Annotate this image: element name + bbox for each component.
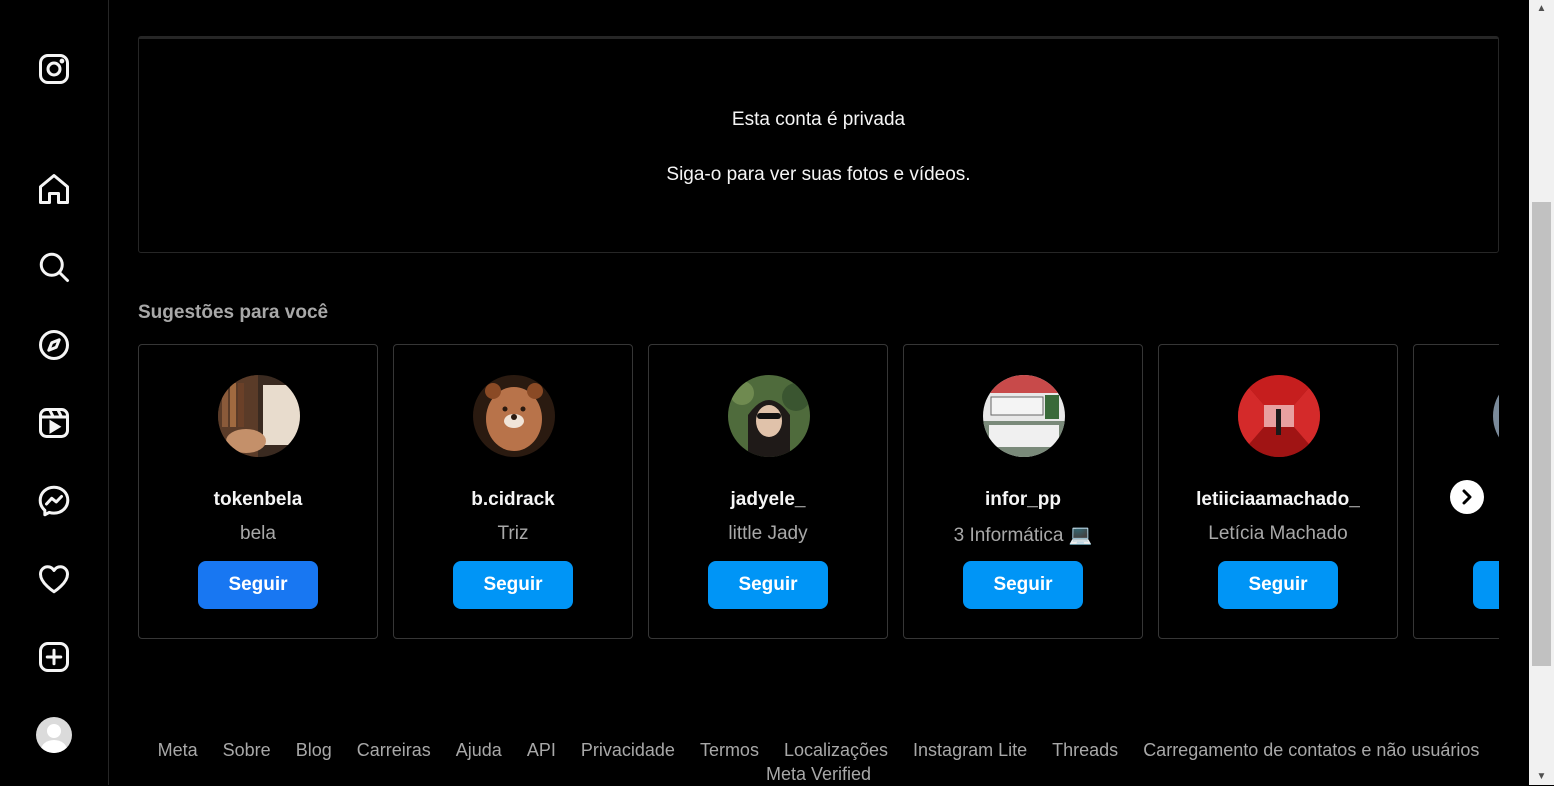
suggestion-card: letiiciaamachado_ Letícia Machado Seguir: [1158, 344, 1398, 639]
sidebar-nav: [0, 0, 109, 785]
footer-link[interactable]: Blog: [296, 740, 332, 760]
carousel-next-button[interactable]: [1450, 480, 1484, 514]
follow-button[interactable]: Seguir: [1218, 561, 1338, 609]
footer-link[interactable]: Instagram Lite: [913, 740, 1027, 760]
private-account-title: Esta conta é privada: [731, 109, 906, 130]
page-scrollbar[interactable]: ▲ ▼: [1529, 0, 1554, 785]
home-icon[interactable]: [34, 169, 74, 209]
suggestion-username[interactable]: jadyele_: [649, 489, 887, 511]
footer-link[interactable]: Privacidade: [581, 740, 675, 760]
explore-compass-icon[interactable]: [34, 325, 74, 365]
follow-button[interactable]: Seguir: [1473, 561, 1499, 609]
footer-link[interactable]: API: [527, 740, 556, 760]
footer-link[interactable]: Ajuda: [456, 740, 502, 760]
reels-icon[interactable]: [34, 403, 74, 443]
suggestion-fullname: Letícia Machado: [1208, 523, 1348, 544]
suggestion-fullname: 3 Informática 💻: [953, 525, 1093, 546]
scroll-up-arrow-icon[interactable]: ▲: [1529, 0, 1554, 17]
suggestion-card: b.cidrack Triz Seguir: [393, 344, 633, 639]
suggestion-username[interactable]: b.cidrack: [394, 489, 632, 511]
footer-link[interactable]: Meta: [158, 740, 198, 760]
footer-links: Meta Sobre Blog Carreiras Ajuda API Priv…: [138, 738, 1499, 786]
footer-link[interactable]: Carregamento de contatos e não usuários: [1143, 740, 1479, 760]
suggestion-avatar[interactable]: [1493, 375, 1499, 457]
create-plus-icon[interactable]: [34, 637, 74, 677]
suggestions-heading: Sugestões para você: [138, 302, 329, 323]
footer-link[interactable]: Carreiras: [357, 740, 431, 760]
suggestion-avatar[interactable]: [983, 375, 1065, 457]
follow-button[interactable]: Seguir: [453, 561, 573, 609]
instagram-logo-icon[interactable]: [34, 49, 74, 89]
footer-link[interactable]: Threads: [1052, 740, 1118, 760]
scrollbar-thumb[interactable]: [1532, 202, 1551, 666]
profile-main: Esta conta é privada Siga-o para ver sua…: [109, 0, 1528, 785]
suggestion-card: tokenbela bela Seguir: [138, 344, 378, 639]
suggestion-fullname: little Jady: [728, 523, 808, 544]
footer-link[interactable]: Localizações: [784, 740, 888, 760]
suggestions-carousel: tokenbela bela Seguir b.cidrack Triz Seg…: [138, 344, 1499, 640]
scroll-down-arrow-icon[interactable]: ▼: [1529, 768, 1554, 785]
suggestion-username[interactable]: tokenbela: [139, 489, 377, 511]
chevron-right-icon: [1462, 489, 1472, 505]
messenger-icon[interactable]: [34, 481, 74, 521]
follow-button[interactable]: Seguir: [963, 561, 1083, 609]
profile-avatar-icon[interactable]: [36, 717, 72, 753]
suggestion-fullname: bela: [240, 523, 276, 544]
suggestion-avatar[interactable]: [728, 375, 810, 457]
follow-button[interactable]: Seguir: [708, 561, 828, 609]
suggestion-avatar[interactable]: [218, 375, 300, 457]
suggestion-fullname: Triz: [497, 523, 529, 544]
follow-button[interactable]: Seguir: [198, 561, 318, 609]
footer-link[interactable]: Meta Verified: [766, 764, 871, 784]
suggestion-card: jadyele_ little Jady Seguir: [648, 344, 888, 639]
heart-notifications-icon[interactable]: [34, 559, 74, 599]
search-icon[interactable]: [34, 247, 74, 287]
private-account-notice: Esta conta é privada Siga-o para ver sua…: [138, 36, 1499, 253]
suggestion-avatar[interactable]: [1238, 375, 1320, 457]
suggestion-username[interactable]: letiiciaamachado_: [1159, 489, 1397, 511]
suggestion-card: infor_pp 3 Informática 💻 Seguir: [903, 344, 1143, 639]
suggestion-username[interactable]: infor_pp: [904, 489, 1142, 511]
footer-link[interactable]: Termos: [700, 740, 759, 760]
footer-link[interactable]: Sobre: [223, 740, 271, 760]
suggestion-avatar[interactable]: [473, 375, 555, 457]
private-account-subtitle: Siga-o para ver suas fotos e vídeos.: [666, 164, 971, 185]
